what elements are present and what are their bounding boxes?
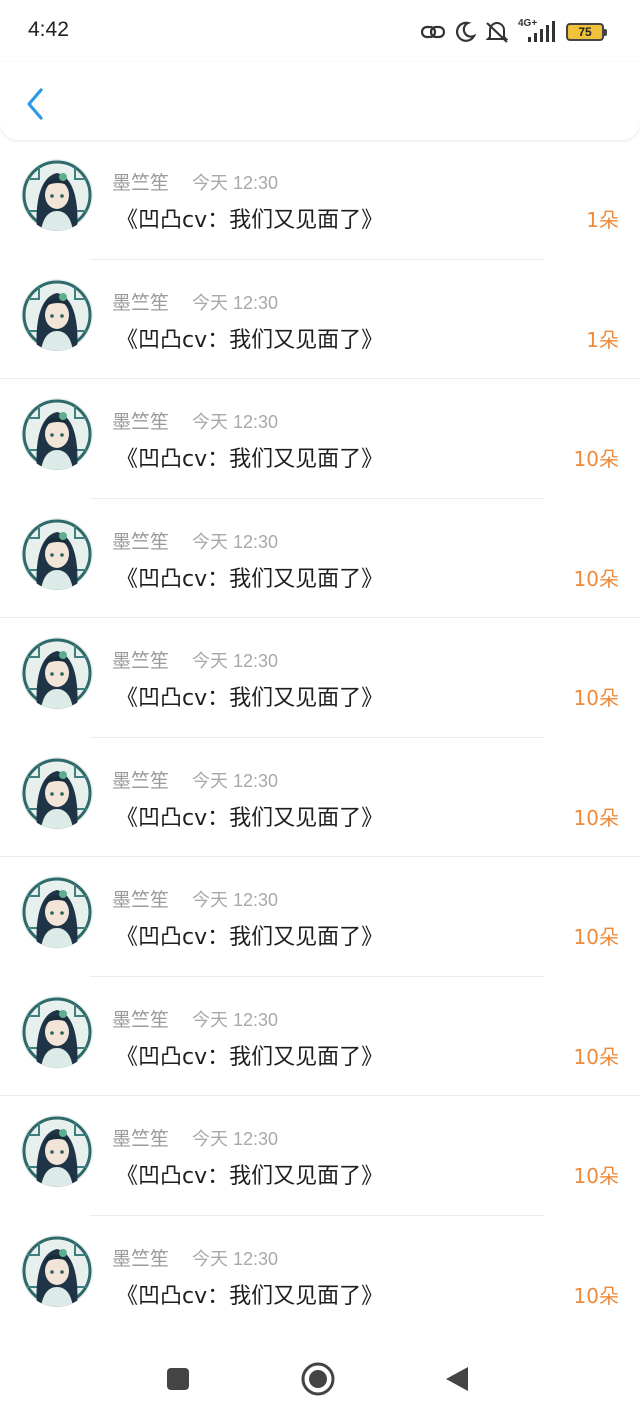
mute-icon xyxy=(485,22,509,43)
home-button[interactable] xyxy=(300,1361,336,1401)
timestamp: 今天 12:30 xyxy=(192,173,279,193)
avatar-image xyxy=(21,517,93,590)
item-title: 《凹凸cv：我们又见面了》 xyxy=(116,208,384,233)
gift-amount: 10朵 xyxy=(573,686,619,710)
sender-name: 墨竺笙 xyxy=(112,530,170,553)
gift-amount: 10朵 xyxy=(573,566,619,591)
back-nav-button[interactable] xyxy=(444,1365,470,1397)
sender-name: 墨竺笙 xyxy=(112,1008,170,1031)
status-icons: 4G+ 75 xyxy=(420,18,607,46)
sender-name: 墨竺笙 xyxy=(112,172,170,194)
avatar[interactable] xyxy=(21,637,93,709)
gift-amount: 1朵 xyxy=(586,327,619,352)
recent-apps-button[interactable] xyxy=(166,1367,190,1395)
sender-name: 墨竺笙 xyxy=(112,769,170,792)
avatar-image xyxy=(21,1234,93,1307)
link-icon xyxy=(420,25,446,39)
list-item[interactable]: 墨竺笙 今天 12:30 《凹凸cv：我们又见面了》 10朵 xyxy=(0,857,640,977)
timestamp: 今天 12:30 xyxy=(192,412,279,432)
avatar[interactable] xyxy=(21,1234,93,1307)
item-title: 《凹凸cv：我们又见面了》 xyxy=(116,1283,384,1309)
avatar[interactable] xyxy=(21,995,93,1068)
avatar-image xyxy=(21,278,93,351)
list-item[interactable]: 墨竺笙 今天 12:30 《凹凸cv：我们又见面了》 10朵 xyxy=(0,977,640,1096)
item-title: 《凹凸cv：我们又见面了》 xyxy=(116,686,384,711)
avatar-image xyxy=(21,1115,93,1187)
sender-name: 墨竺笙 xyxy=(112,1247,170,1270)
list-item[interactable]: 墨竺笙 今天 12:30 《凹凸cv：我们又见面了》 1朵 xyxy=(0,140,640,260)
avatar-image xyxy=(21,995,93,1068)
sender-name: 墨竺笙 xyxy=(112,650,170,672)
sender-name: 墨竺笙 xyxy=(112,411,170,433)
sender-name: 墨竺笙 xyxy=(112,1128,170,1150)
gift-amount: 10朵 xyxy=(573,1164,619,1188)
gift-amount: 10朵 xyxy=(573,1283,619,1308)
avatar[interactable] xyxy=(21,278,93,351)
network-indicator: 4G+ xyxy=(518,18,558,44)
list-item[interactable]: 墨竺笙 今天 12:30 《凹凸cv：我们又见面了》 1朵 xyxy=(0,260,640,379)
list-item[interactable]: 墨竺笙 今天 12:30 《凹凸cv：我们又见面了》 10朵 xyxy=(0,379,640,499)
gift-amount: 10朵 xyxy=(573,925,619,949)
battery-icon: 75 xyxy=(566,23,607,41)
list-item[interactable]: 墨竺笙 今天 12:30 《凹凸cv：我们又见面了》 10朵 xyxy=(0,1216,640,1336)
item-title: 《凹凸cv：我们又见面了》 xyxy=(116,1044,384,1070)
avatar[interactable] xyxy=(21,876,93,948)
battery-level: 75 xyxy=(578,25,592,39)
list-item[interactable]: 墨竺笙 今天 12:30 《凹凸cv：我们又见面了》 10朵 xyxy=(0,1096,640,1216)
timestamp: 今天 12:30 xyxy=(192,770,279,791)
timestamp: 今天 12:30 xyxy=(192,531,279,552)
recent-apps-icon xyxy=(167,1368,189,1390)
item-title: 《凹凸cv：我们又见面了》 xyxy=(116,925,384,950)
gift-amount: 10朵 xyxy=(573,447,619,471)
timestamp: 今天 12:30 xyxy=(192,1009,279,1030)
system-nav-bar xyxy=(0,1343,640,1423)
chevron-left-icon xyxy=(27,88,43,120)
avatar-image xyxy=(21,637,93,709)
header xyxy=(0,62,640,140)
avatar-image xyxy=(21,398,93,470)
avatar[interactable] xyxy=(21,398,93,470)
timestamp: 今天 12:30 xyxy=(192,651,279,671)
item-title: 《凹凸cv：我们又见面了》 xyxy=(116,805,384,831)
item-title: 《凹凸cv：我们又见面了》 xyxy=(116,1164,384,1189)
list-item[interactable]: 墨竺笙 今天 12:30 《凹凸cv：我们又见面了》 10朵 xyxy=(0,499,640,618)
timestamp: 今天 12:30 xyxy=(192,1129,279,1149)
timestamp: 今天 12:30 xyxy=(192,292,279,313)
gift-amount: 10朵 xyxy=(573,805,619,830)
avatar[interactable] xyxy=(21,517,93,590)
list-item[interactable]: 墨竺笙 今天 12:30 《凹凸cv：我们又见面了》 10朵 xyxy=(0,618,640,738)
timestamp: 今天 12:30 xyxy=(192,890,279,910)
item-title: 《凹凸cv：我们又见面了》 xyxy=(116,447,384,472)
moon-icon xyxy=(456,21,476,42)
back-button[interactable] xyxy=(22,84,50,124)
back-triangle-icon xyxy=(446,1367,468,1391)
sender-name: 墨竺笙 xyxy=(112,889,170,911)
gift-amount: 1朵 xyxy=(586,208,619,232)
status-bar: 4:42 4G+ 75 xyxy=(0,0,640,62)
gift-record-list: 墨竺笙 今天 12:30 《凹凸cv：我们又见面了》 1朵 墨竺笙 今天 12:… xyxy=(0,140,640,1335)
status-time: 4:42 xyxy=(28,18,69,41)
sender-name: 墨竺笙 xyxy=(112,291,170,314)
avatar-image xyxy=(21,756,93,829)
timestamp: 今天 12:30 xyxy=(192,1248,279,1269)
home-icon xyxy=(301,1362,335,1396)
avatar[interactable] xyxy=(21,756,93,829)
item-title: 《凹凸cv：我们又见面了》 xyxy=(116,566,384,592)
signal-icon xyxy=(528,21,555,42)
avatar[interactable] xyxy=(21,1115,93,1187)
avatar-image xyxy=(21,159,93,231)
avatar-image xyxy=(21,876,93,948)
avatar[interactable] xyxy=(21,159,93,231)
gift-amount: 10朵 xyxy=(573,1044,619,1069)
item-title: 《凹凸cv：我们又见面了》 xyxy=(116,327,384,353)
list-item[interactable]: 墨竺笙 今天 12:30 《凹凸cv：我们又见面了》 10朵 xyxy=(0,738,640,857)
